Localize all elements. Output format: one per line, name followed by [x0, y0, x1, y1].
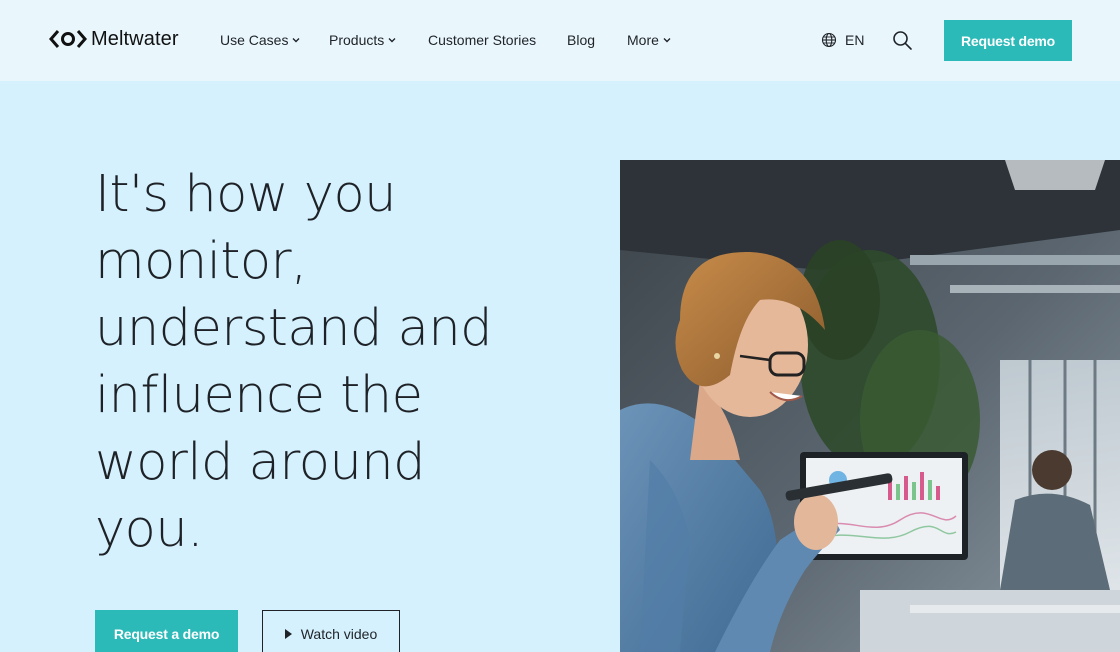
watch-video-button[interactable]: Watch video [262, 610, 400, 652]
nav-item-label: Products [329, 32, 385, 48]
meltwater-logo[interactable]: Meltwater [49, 27, 179, 51]
nav-item-use-cases[interactable]: Use Cases [220, 32, 300, 48]
nav-item-more[interactable]: More [627, 32, 671, 48]
header-request-demo-button[interactable]: Request demo [944, 20, 1072, 61]
brand-name: Meltwater [91, 27, 179, 50]
chevron-down-icon [663, 38, 671, 43]
nav-item-label: More [627, 32, 659, 48]
hero-photo-illustration [620, 160, 1120, 652]
request-a-demo-button[interactable]: Request a demo [95, 610, 238, 652]
nav-item-products[interactable]: Products [329, 32, 396, 48]
chevron-down-icon [388, 38, 396, 43]
language-selector[interactable]: EN [821, 32, 864, 48]
nav-item-label: Blog [567, 32, 596, 48]
play-icon [284, 629, 292, 639]
nav-item-blog[interactable]: Blog [567, 32, 595, 48]
site-header: Meltwater Use Cases Products Customer St… [0, 0, 1120, 81]
nav-item-label: Customer Stories [428, 32, 537, 48]
nav-item-customer-stories[interactable]: Customer Stories [428, 32, 536, 48]
nav-item-label: Use Cases [220, 32, 289, 48]
watch-video-label: Watch video [300, 626, 378, 642]
chevron-down-icon [292, 38, 300, 43]
globe-icon [821, 32, 837, 48]
meltwater-logo-icon [49, 30, 87, 48]
search-icon[interactable] [892, 30, 913, 51]
hero-image [620, 160, 1120, 652]
hero-headline: It's how you monitor, understand and inf… [95, 165, 493, 559]
language-label: EN [845, 32, 865, 48]
